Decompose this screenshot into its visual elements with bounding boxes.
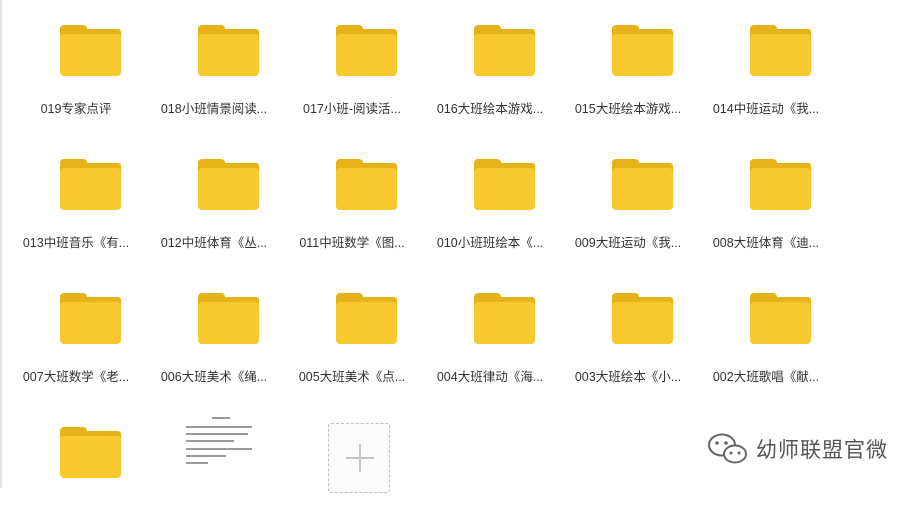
folder-label: 007大班数学《老... (22, 370, 130, 384)
folder-icon (60, 159, 121, 210)
folder-icon (474, 159, 535, 210)
folder-item[interactable]: 018小班情景阅读... (145, 0, 283, 120)
folder-label: 019专家点评 (40, 102, 112, 116)
folder-item[interactable]: 015大班绘本游戏... (559, 0, 697, 120)
folder-item[interactable]: 005大班美术《点... (283, 268, 421, 388)
folder-icon (198, 25, 259, 76)
folder-label: 003大班绘本《小... (574, 370, 682, 384)
document-thumbnail[interactable] (180, 410, 260, 488)
folder-icon (336, 159, 397, 210)
folder-icon (336, 25, 397, 76)
folder-item[interactable]: 011中班数学《图... (283, 134, 421, 254)
folder-item[interactable]: 010小班班绘本《... (421, 134, 559, 254)
folder-icon (60, 293, 121, 344)
folder-label: 009大班运动《我... (574, 236, 682, 250)
folder-icon (198, 159, 259, 210)
add-file-button[interactable] (328, 423, 390, 493)
folder-icon (474, 293, 535, 344)
folder-icon (750, 25, 811, 76)
folder-icon (474, 25, 535, 76)
folder-item[interactable]: 014中班运动《我... (697, 0, 835, 120)
folder-item[interactable]: 009大班运动《我... (559, 134, 697, 254)
folder-item[interactable]: 013中班音乐《有... (7, 134, 145, 254)
folder-item[interactable] (7, 402, 145, 522)
folder-icon (612, 293, 673, 344)
folder-label: 015大班绘本游戏... (574, 102, 682, 116)
folder-item[interactable]: 007大班数学《老... (7, 268, 145, 388)
folder-icon (750, 159, 811, 210)
folder-icon (60, 427, 121, 478)
folder-label: 004大班律动《海... (436, 370, 544, 384)
file-grid: 019专家点评 018小班情景阅读... 017小班-阅读活... 016大班绘本游戏… (0, 0, 918, 488)
folder-item[interactable]: 016大班绘本游戏... (421, 0, 559, 120)
folder-label: 006大班美术《绳... (160, 370, 268, 384)
folder-item[interactable]: 002大班歌唱《献... (697, 268, 835, 388)
folder-icon (750, 293, 811, 344)
folder-item[interactable]: 003大班绘本《小... (559, 268, 697, 388)
folder-label: 010小班班绘本《... (436, 236, 544, 250)
folder-label: 013中班音乐《有... (22, 236, 130, 250)
folder-label: 016大班绘本游戏... (436, 102, 544, 116)
folder-label: 002大班歌唱《献... (712, 370, 820, 384)
folder-icon (336, 293, 397, 344)
folder-item[interactable]: 017小班-阅读活... (283, 0, 421, 120)
folder-icon (198, 293, 259, 344)
folder-label: 018小班情景阅读... (160, 102, 268, 116)
folder-item[interactable]: 008大班体育《迪... (697, 134, 835, 254)
watermark-text: 幼师联盟官微 (756, 438, 888, 462)
folder-icon (612, 159, 673, 210)
watermark: 幼师联盟官微 (706, 432, 888, 466)
folder-label: 005大班美术《点... (298, 370, 406, 384)
folder-label: 014中班运动《我... (712, 102, 820, 116)
folder-label: 017小班-阅读活... (303, 102, 401, 116)
folder-item[interactable]: 019专家点评 (7, 0, 145, 120)
folder-label: 012中班体育《丛... (160, 236, 268, 250)
folder-item[interactable]: 004大班律动《海... (421, 268, 559, 388)
folder-label: 008大班体育《迪... (712, 236, 820, 250)
folder-item[interactable]: 006大班美术《绳... (145, 268, 283, 388)
folder-icon (60, 25, 121, 76)
folder-icon (612, 25, 673, 76)
folder-label: 011中班数学《图... (299, 236, 405, 250)
folder-item[interactable]: 012中班体育《丛... (145, 134, 283, 254)
wechat-icon (708, 433, 747, 464)
